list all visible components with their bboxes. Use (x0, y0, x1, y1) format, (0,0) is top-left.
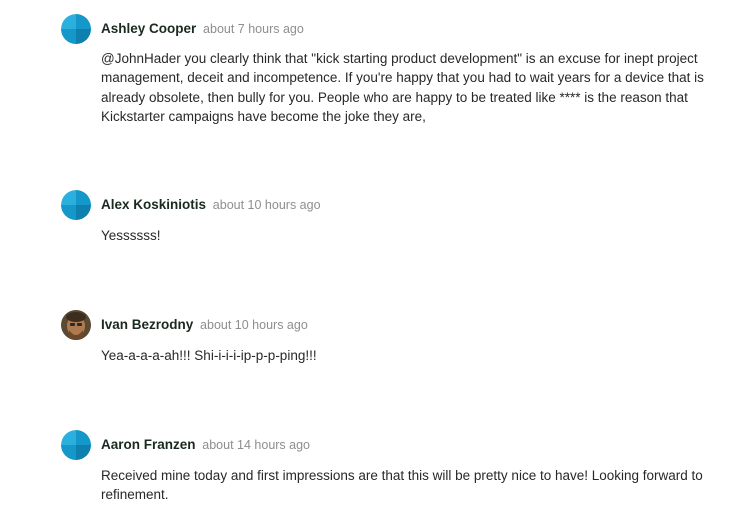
comment-body: Received mine today and first impression… (101, 468, 703, 503)
default-avatar-icon[interactable] (61, 430, 91, 460)
comment-body: Yea-a-a-a-ah!!! Shi-i-i-i-ip-p-p-ping!!! (101, 348, 317, 363)
comment-timestamp: about 10 hours ago (200, 318, 308, 332)
comment-author-link[interactable]: Ivan Bezrodny (101, 317, 193, 332)
comment-timestamp: about 14 hours ago (202, 438, 311, 452)
comment-body: Yessssss! (101, 228, 161, 243)
comment-body: @JohnHader you clearly think that "kick … (101, 51, 704, 124)
comment-author-link[interactable]: Aaron Franzen (101, 437, 196, 452)
default-avatar-icon[interactable] (61, 14, 91, 44)
comment-meta: Ivan Bezrodny about 10 hours ago (101, 316, 308, 334)
user-photo-avatar[interactable] (61, 310, 91, 340)
comment-author-link[interactable]: Ashley Cooper (101, 21, 196, 36)
default-avatar-icon[interactable] (61, 190, 91, 220)
comment-author-link[interactable]: Alex Koskiniotis (101, 197, 206, 212)
comment-meta: Ashley Cooper about 7 hours ago (101, 20, 304, 38)
comment-timestamp: about 10 hours ago (212, 198, 321, 212)
comment-meta: Aaron Franzen about 14 hours ago (101, 436, 310, 454)
comment-timestamp: about 7 hours ago (203, 22, 304, 36)
comment-meta: Alex Koskiniotis about 10 hours ago (101, 196, 321, 214)
